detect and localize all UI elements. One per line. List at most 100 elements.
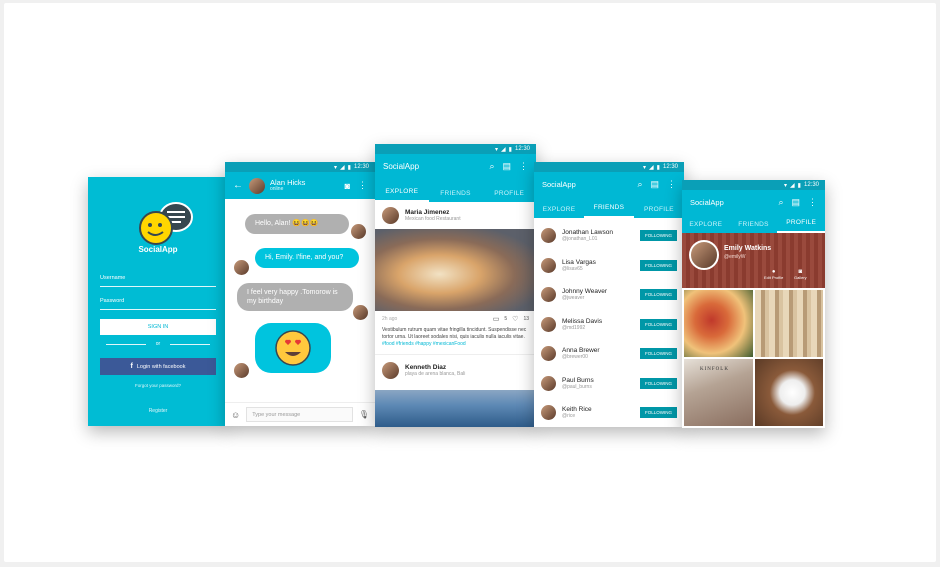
avatar <box>382 362 399 379</box>
divider <box>170 344 210 345</box>
list-item[interactable]: Anna Brewer @brewer00 FOLLOWING <box>534 339 684 369</box>
message-icon[interactable]: ▤ <box>650 179 659 190</box>
friend-handle: @brewer00 <box>562 354 588 361</box>
tab-explore[interactable]: EXPLORE <box>375 183 429 202</box>
battery-icon: ▮ <box>656 164 660 171</box>
like-count: 13 <box>523 316 529 322</box>
list-item[interactable]: Keith Rice @rice FOLLOWING <box>534 398 684 427</box>
battery-icon: ▮ <box>797 182 801 189</box>
photo-thumbnail[interactable] <box>754 359 823 426</box>
app-title: SocialApp <box>383 161 420 171</box>
status-time: 12:30 <box>803 182 819 188</box>
wifi-icon: ▾ <box>784 182 788 189</box>
tab-profile[interactable]: PROFILE <box>634 201 684 218</box>
battery-icon: ▮ <box>347 164 351 171</box>
status-bar: ▾ ◢ ▮ 12:30 <box>225 162 375 172</box>
post-header: Maria Jimenez Mexican food Restaurant <box>375 202 536 229</box>
tab-explore[interactable]: EXPLORE <box>682 216 730 233</box>
post-author: Maria Jimenez <box>405 209 450 216</box>
more-vert-icon[interactable]: ⋮ <box>519 161 528 172</box>
following-button[interactable]: FOLLOWING <box>639 230 677 242</box>
forgot-password-link[interactable]: Forgot your password? <box>88 383 228 388</box>
list-item[interactable]: Johnny Weaver @jweaver FOLLOWING <box>534 280 684 310</box>
friend-handle: @lisav65 <box>562 265 583 272</box>
post-time: 2h ago <box>382 316 398 322</box>
more-vert-icon[interactable]: ⋮ <box>358 180 367 191</box>
avatar <box>382 207 399 224</box>
message-icon[interactable]: ▤ <box>791 197 800 208</box>
following-button[interactable]: FOLLOWING <box>639 259 677 271</box>
avatar <box>351 224 366 239</box>
comment-icon[interactable]: ▭ <box>493 315 500 323</box>
friends-screen: ▾ ◢ ▮ 12:30 SocialApp ⌕ ▤ ⋮ EXPLORE FRIEND… <box>534 162 684 427</box>
search-icon[interactable]: ⌕ <box>778 197 783 208</box>
facebook-label: Login with facebook <box>136 363 186 370</box>
friend-name: Paul Burns <box>562 376 594 384</box>
wifi-icon: ▾ <box>643 164 647 171</box>
signal-icon: ◢ <box>790 182 795 189</box>
avatar <box>541 257 556 273</box>
friend-name: Keith Rice <box>562 406 592 414</box>
tab-friends[interactable]: FRIENDS <box>584 199 634 218</box>
stat-label: Gallery <box>794 275 807 280</box>
facebook-icon: f <box>130 363 133 370</box>
app-bar: SocialApp ⌕ ▤ ⋮ <box>682 190 825 214</box>
friend-handle: @paul_burns <box>562 383 592 390</box>
password-field[interactable] <box>100 309 216 310</box>
message-input[interactable]: Type your message <box>246 407 353 422</box>
chat-input-bar: ☺ Type your message 🎙 <box>225 402 375 426</box>
photo-grid: KINFOLK <box>682 288 825 428</box>
following-button[interactable]: FOLLOWING <box>639 407 677 419</box>
photo-thumbnail[interactable] <box>754 290 823 357</box>
profile-cover: Emily Watkins @emilyW ● Edit Profile ◙ G… <box>682 233 825 288</box>
post-image[interactable] <box>375 390 536 427</box>
tab-friends[interactable]: FRIENDS <box>429 185 483 202</box>
following-button[interactable]: FOLLOWING <box>639 318 677 330</box>
app-title: SocialApp <box>138 245 178 254</box>
signal-icon: ◢ <box>340 164 345 171</box>
camera-icon[interactable]: ◙ <box>345 181 350 191</box>
status-time: 12:30 <box>662 164 678 170</box>
tab-profile[interactable]: PROFILE <box>777 214 825 233</box>
following-button[interactable]: FOLLOWING <box>639 289 677 301</box>
post-image[interactable] <box>375 229 536 311</box>
edit-profile-button[interactable]: ● Edit Profile <box>764 269 783 280</box>
status-bar: ▾ ◢ ▮ 12:30 <box>534 162 684 172</box>
list-item[interactable]: Lisa Vargas @lisav65 FOLLOWING <box>534 251 684 281</box>
following-button[interactable]: FOLLOWING <box>639 377 677 389</box>
post-location: playa de arena blanca, Bali <box>405 371 466 377</box>
gallery-button[interactable]: ◙ Gallery <box>794 269 807 280</box>
username-field[interactable] <box>100 286 216 287</box>
photo-thumbnail[interactable]: KINFOLK <box>684 359 753 426</box>
profile-handle: @emilyW <box>724 254 746 260</box>
register-link[interactable]: Register <box>88 408 228 414</box>
more-vert-icon[interactable]: ⋮ <box>667 179 676 190</box>
mic-icon[interactable]: 🎙 <box>359 410 369 419</box>
search-icon[interactable]: ⌕ <box>489 161 494 172</box>
facebook-login-button[interactable]: f Login with facebook <box>100 358 216 375</box>
following-button[interactable]: FOLLOWING <box>639 348 677 360</box>
more-vert-icon[interactable]: ⋮ <box>808 197 817 208</box>
friend-handle: @jonathan_L01 <box>562 236 598 243</box>
avatar <box>689 240 719 270</box>
back-arrow-icon[interactable]: ← <box>233 180 243 191</box>
message-icon[interactable]: ▤ <box>502 161 511 172</box>
explore-screen: ▾ ◢ ▮ 12:30 SocialApp ⌕ ▤ ⋮ EXPLORE FRIEND… <box>375 144 536 427</box>
heart-icon[interactable]: ♡ <box>512 315 518 323</box>
tab-friends[interactable]: FRIENDS <box>730 216 778 233</box>
list-item[interactable]: Melissa Davis @md1992 FOLLOWING <box>534 310 684 340</box>
sign-in-button[interactable]: SIGN IN <box>100 319 216 335</box>
search-icon[interactable]: ⌕ <box>637 179 642 190</box>
app-bar: SocialApp ⌕ ▤ ⋮ <box>534 172 684 197</box>
emoji-icon[interactable]: ☺ <box>231 410 240 420</box>
list-item[interactable]: Jonathan Lawson @jonathan_L01 FOLLOWING <box>534 221 684 251</box>
profile-screen: ▾ ◢ ▮ 12:30 SocialApp ⌕ ▤ ⋮ EXPLORE FRIEND… <box>682 180 825 428</box>
photo-thumbnail[interactable] <box>684 290 753 357</box>
tab-profile[interactable]: PROFILE <box>482 185 536 202</box>
tab-explore[interactable]: EXPLORE <box>534 201 584 218</box>
friend-name: Melissa Davis <box>562 317 603 325</box>
list-item[interactable]: Paul Burns @paul_burns FOLLOWING <box>534 369 684 399</box>
avatar <box>353 305 368 320</box>
post-tags[interactable]: #food #friends #happy #mexicanFood <box>382 341 466 347</box>
avatar <box>234 260 249 275</box>
